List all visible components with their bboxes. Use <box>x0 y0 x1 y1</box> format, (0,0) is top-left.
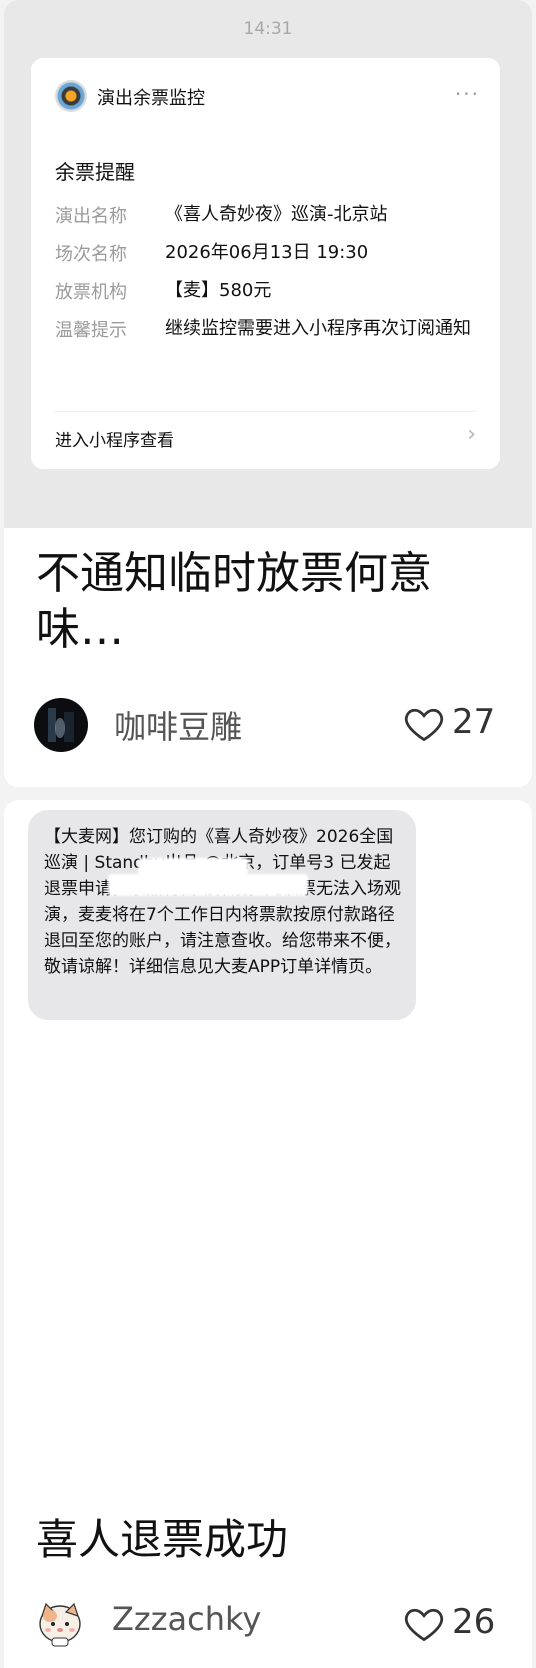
field-row: 放票机构 【麦】580元 <box>55 278 475 318</box>
app-icon <box>55 80 87 112</box>
divider <box>55 411 476 412</box>
field-row: 场次名称 2026年06月13日 19:30 <box>55 240 475 280</box>
status-time: 14:31 <box>243 19 293 39</box>
avatar[interactable] <box>34 698 88 752</box>
author-name[interactable]: Zzzachky <box>112 1600 261 1638</box>
like-count: 26 <box>452 1602 496 1642</box>
field-row: 演出名称 《喜人奇妙夜》巡演-北京站 <box>55 202 475 242</box>
post-title-line: 味… <box>36 604 124 655</box>
redaction <box>108 874 308 896</box>
redaction <box>138 858 248 876</box>
chevron-right-icon: › <box>467 422 476 447</box>
notification-header: 演出余票监控 ··· <box>55 80 480 116</box>
sms-text: 【大麦网】您订购的《喜人奇妙夜》2026全国巡演 | Standby出品 @北京… <box>44 827 401 977</box>
post-title-line: 不通知临时放票何意 <box>36 548 432 599</box>
notification-title: 余票提醒 <box>55 160 135 184</box>
notification-card: 演出余票监控 ··· 余票提醒 演出名称 《喜人奇妙夜》巡演-北京站 场次名称 … <box>31 58 500 469</box>
field-label: 演出名称 <box>55 206 127 227</box>
field-value: 继续监控需要进入小程序再次订阅通知 <box>165 318 471 339</box>
heart-icon <box>404 1608 444 1642</box>
more-icon: ··· <box>454 82 480 106</box>
post-card[interactable]: 【大麦网】您订购的《喜人奇妙夜》2026全国巡演 | Standby出品 @北京… <box>4 800 532 1668</box>
post-card[interactable]: 14:31 演出余票监控 ··· 余票提醒 演出名称 《喜人奇妙夜》巡演-北京站… <box>4 0 532 787</box>
field-row: 温馨提示 继续监控需要进入小程序再次订阅通知 <box>55 316 475 376</box>
field-label: 放票机构 <box>55 282 127 303</box>
mini-program-link: 进入小程序查看 <box>55 431 174 451</box>
avatar-image <box>32 1594 88 1650</box>
author-name[interactable]: 咖啡豆雕 <box>114 702 242 748</box>
heart-icon <box>404 708 444 742</box>
avatar-image <box>34 698 88 752</box>
field-value: 2026年06月13日 19:30 <box>165 242 369 263</box>
like-button[interactable]: 27 <box>402 702 502 750</box>
like-count: 27 <box>452 702 496 742</box>
field-label: 温馨提示 <box>55 320 127 341</box>
post-title[interactable]: 不通知临时放票何意 味… <box>36 546 432 658</box>
avatar[interactable] <box>32 1594 88 1650</box>
app-name: 演出余票监控 <box>97 88 205 109</box>
sms-message: 【大麦网】您订购的《喜人奇妙夜》2026全国巡演 | Standby出品 @北京… <box>28 810 416 1020</box>
like-button[interactable]: 26 <box>402 1602 502 1650</box>
post-image[interactable]: 14:31 演出余票监控 ··· 余票提醒 演出名称 《喜人奇妙夜》巡演-北京站… <box>4 0 532 528</box>
field-value: 《喜人奇妙夜》巡演-北京站 <box>165 204 388 225</box>
field-value: 【麦】580元 <box>165 280 272 301</box>
field-label: 场次名称 <box>55 244 127 265</box>
post-title[interactable]: 喜人退票成功 <box>36 1512 288 1568</box>
